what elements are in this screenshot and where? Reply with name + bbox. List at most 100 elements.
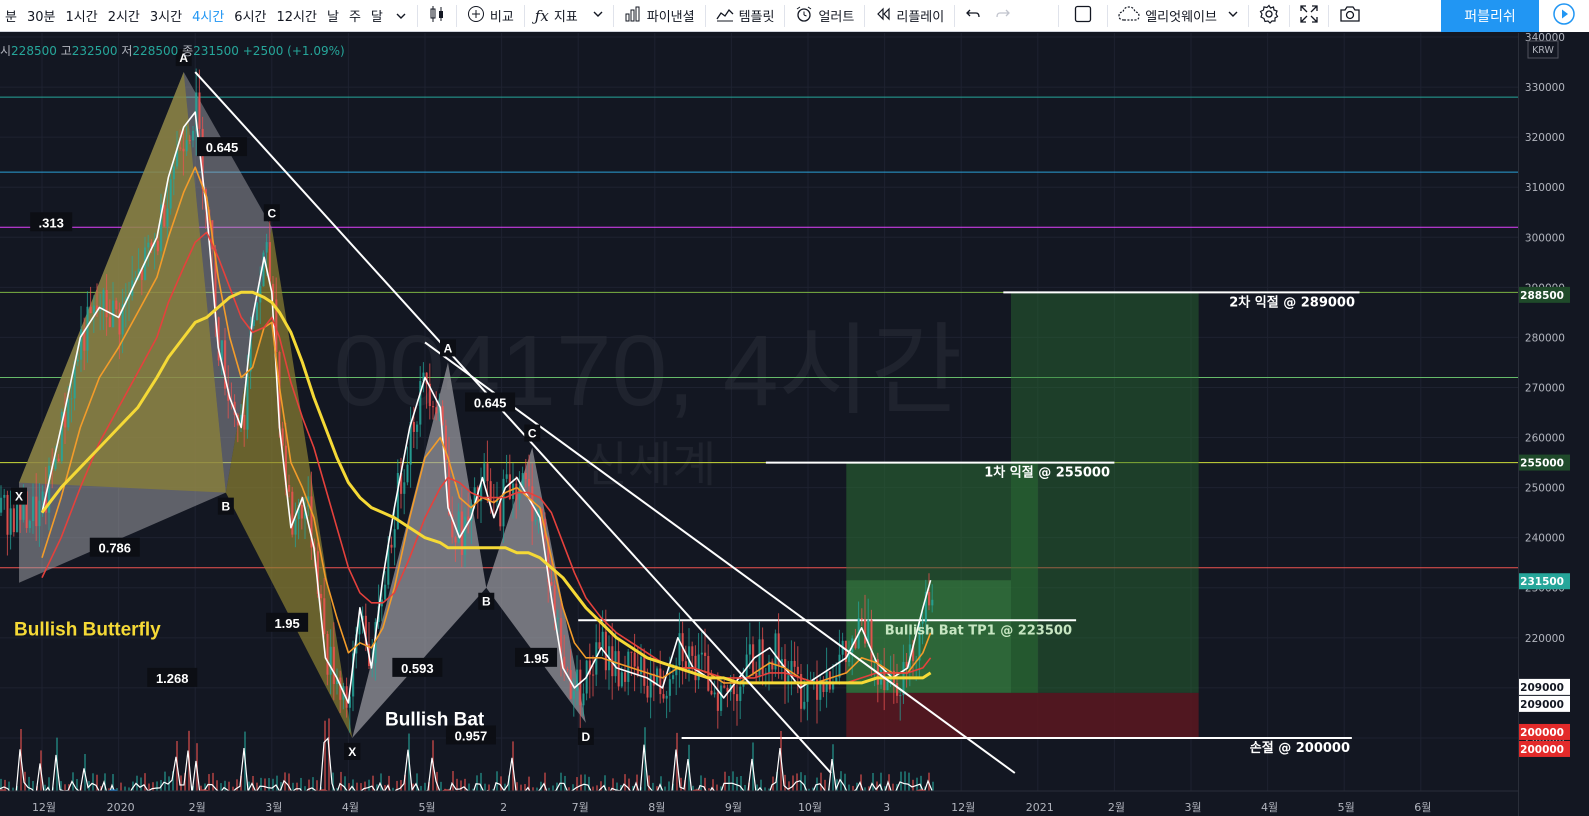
candle-body (256, 302, 259, 321)
candle-body (12, 508, 15, 533)
watermark-name: 신세계 (584, 437, 716, 493)
toolbar-divider (704, 4, 706, 27)
camera-icon (1339, 5, 1361, 27)
fullscreen-button[interactable] (1293, 0, 1325, 32)
toolbar-divider (416, 4, 418, 27)
point-label-D: D (582, 730, 591, 744)
high-value: 232500 (71, 44, 118, 58)
settings-gear-icon (1259, 4, 1279, 28)
interval-달[interactable]: 달 (366, 0, 388, 32)
point-label-B: B (482, 595, 491, 609)
indicators-button[interactable]: ƒx 지표 (528, 0, 610, 32)
top-toolbar: 분 30분 1시간 2시간 3시간 4시간 6시간 12시간 날 주 달 비교 ƒx 지표 파이낸셜… (0, 0, 1589, 32)
candle-body (860, 618, 863, 620)
candle-body (576, 669, 579, 692)
target-1-label: 1차 익절 @ 255000 (984, 465, 1110, 481)
volume-bar (372, 775, 374, 793)
interval-날[interactable]: 날 (322, 0, 344, 32)
candle-body (928, 592, 931, 606)
chevron-down-icon[interactable] (388, 0, 414, 32)
point-label-A: A (444, 341, 453, 355)
time-axis-label: 12월 (951, 801, 975, 814)
low-value: 228500 (132, 44, 179, 58)
play-button[interactable] (1539, 0, 1589, 32)
candle-body (416, 424, 419, 432)
interval-3시간[interactable]: 3시간 (145, 0, 187, 32)
candle-body (32, 496, 35, 522)
toolbar-divider (455, 4, 457, 27)
candle-body (700, 652, 703, 655)
time-axis-bg (0, 791, 1518, 816)
volume-bar (624, 774, 626, 793)
toolbar-divider (784, 4, 786, 27)
time-axis-label: 10월 (798, 801, 822, 814)
publish-button[interactable]: 퍼블리쉬 (1441, 0, 1539, 32)
toolbar-divider (1288, 4, 1290, 27)
candle-body (713, 692, 716, 695)
close-value: 231500 (193, 44, 239, 58)
candle-body (89, 306, 92, 313)
interval-주[interactable]: 주 (344, 0, 366, 32)
interval-4시간[interactable]: 4시간 (187, 0, 229, 32)
price-axis[interactable]: 3400003300003200003100003000002900002800… (1518, 33, 1589, 816)
toolbar-divider (1327, 4, 1329, 27)
redo-button[interactable] (988, 0, 1018, 32)
compare-button[interactable]: 비교 (460, 0, 521, 32)
candle-body (534, 520, 537, 522)
price-badge: 200000 (1520, 727, 1564, 739)
candle-body (704, 652, 707, 657)
candle-body (931, 599, 934, 606)
volume-bar (740, 775, 742, 793)
indicators-label: 지표 (553, 10, 578, 25)
close-label: 종 (182, 44, 194, 58)
candle-body (393, 529, 396, 548)
alert-button[interactable]: 얼러트 (788, 0, 861, 32)
point-label-X: X (15, 490, 23, 504)
interval-1시간[interactable]: 1시간 (60, 0, 102, 32)
candle-body (528, 478, 531, 487)
templates-button[interactable]: 템플릿 (709, 0, 782, 32)
candle-body (384, 584, 387, 600)
pine-editor-label: 파이낸셜 (646, 10, 695, 25)
time-axis-label: 4월 (342, 801, 359, 814)
candle-body (604, 631, 607, 671)
snapshot-button[interactable] (1332, 0, 1368, 32)
layout-toggle-button[interactable] (1062, 0, 1104, 32)
price-chart[interactable]: 004170, 4시간 신세계 0.645 .313 0.786 1.95 1.268 A… (0, 33, 1589, 816)
pine-editor-button[interactable]: 파이낸셜 (617, 0, 702, 32)
settings-button[interactable] (1252, 0, 1286, 32)
candle-body (252, 320, 255, 327)
price-badge: 209000 (1520, 682, 1564, 694)
layout-name-button[interactable]: 엘리엇웨이브 (1111, 0, 1245, 32)
undo-icon (965, 7, 981, 25)
candle-body (57, 458, 60, 461)
chevron-down-icon[interactable] (593, 8, 603, 23)
time-axis-label: 3월 (1184, 801, 1201, 814)
replay-button[interactable]: 리플레이 (868, 0, 951, 32)
volume-bar (452, 771, 454, 793)
time-axis-label: 7월 (572, 801, 589, 814)
candle-body (723, 685, 726, 688)
candle-body (323, 598, 326, 635)
interval-30분[interactable]: 30분 (22, 0, 61, 32)
tp1-label: Bullish Bat TP1 @ 223500 (885, 623, 1072, 638)
interval-12시간[interactable]: 12시간 (272, 0, 322, 32)
time-axis-label: 3 (883, 801, 890, 814)
interval-2시간[interactable]: 2시간 (103, 0, 145, 32)
templates-label: 템플릿 (738, 10, 775, 25)
interval-분[interactable]: 분 (0, 0, 22, 32)
candle-body (758, 639, 761, 678)
candle-body (188, 140, 191, 142)
watermark-symbol: 004170, 4시간 (334, 315, 963, 427)
undo-button[interactable] (958, 0, 988, 32)
point-label-C: C (528, 427, 537, 441)
interval-6시간[interactable]: 6시간 (229, 0, 271, 32)
add-compare-icon (467, 5, 485, 27)
candle-body (598, 642, 601, 649)
bar-style-button[interactable] (421, 0, 453, 32)
ratio-label: 0.957 (455, 728, 488, 743)
candle-body (524, 473, 527, 479)
chevron-down-icon[interactable] (1228, 8, 1238, 23)
candle-body (550, 581, 553, 586)
high-label: 고 (60, 44, 72, 58)
